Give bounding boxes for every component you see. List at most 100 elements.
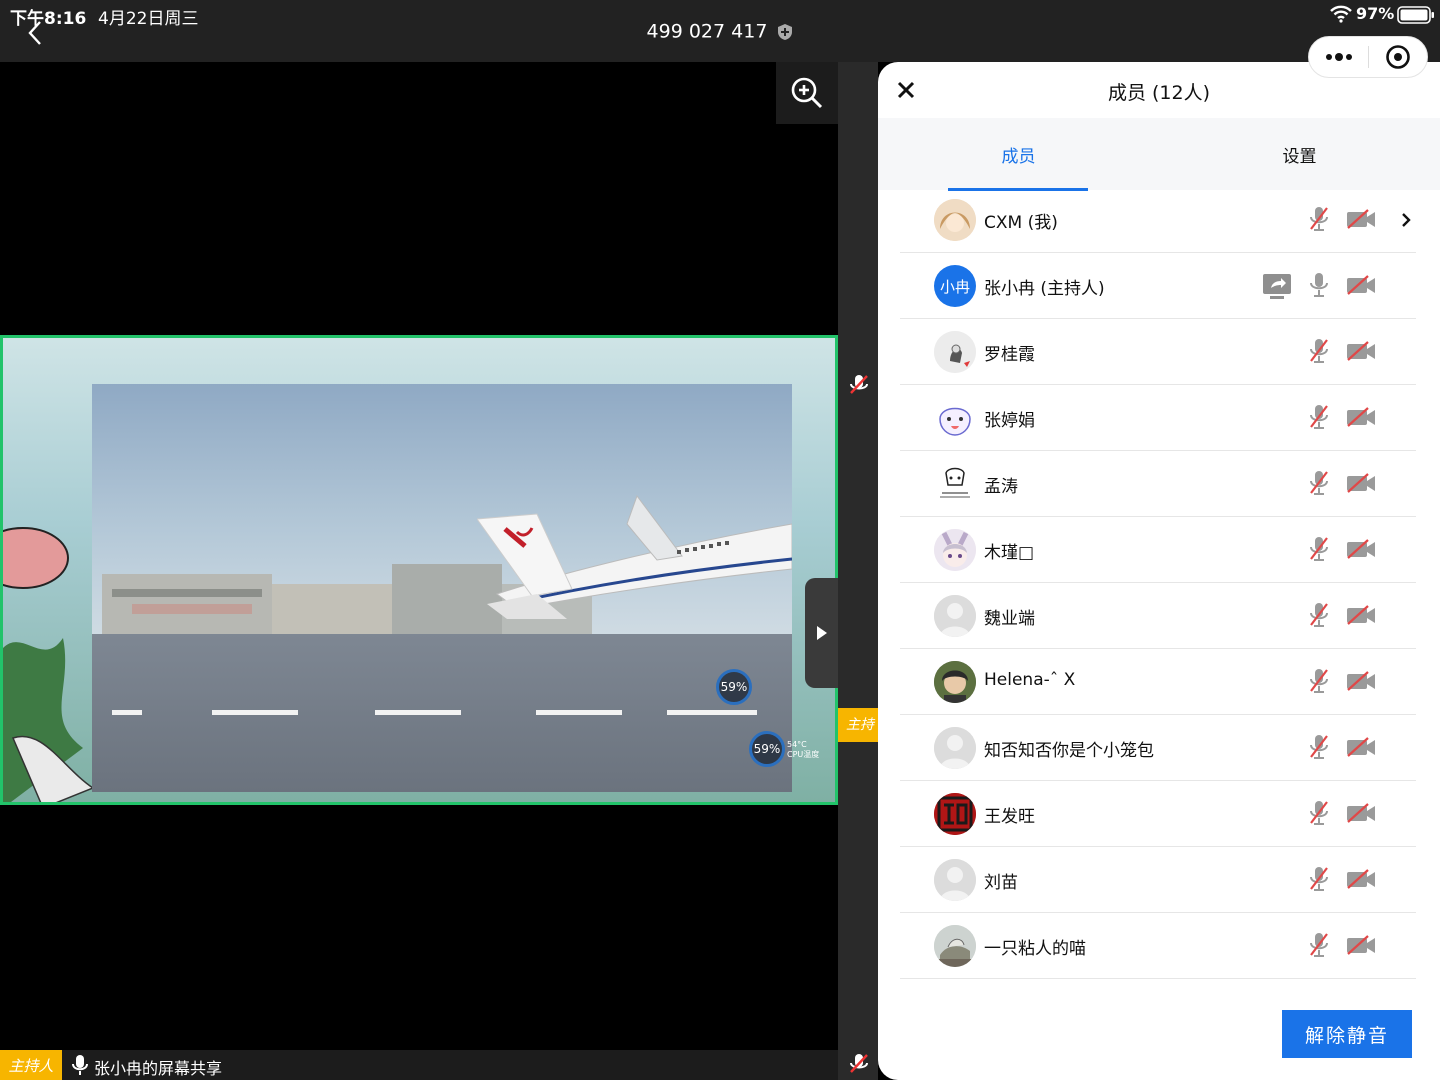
network-speed-gauge: 59% — [716, 669, 752, 705]
airplane-image — [477, 494, 792, 619]
tab-label: 成员 — [1001, 146, 1036, 167]
mic-muted-icon[interactable] — [1308, 535, 1330, 563]
camera-off-icon[interactable] — [1346, 869, 1376, 889]
gauge-value: 59% — [753, 742, 781, 756]
share-owner-label: 张小冉的屏幕共享 — [94, 1059, 223, 1078]
member-row[interactable]: 罗桂霞 — [900, 319, 1416, 385]
more-button[interactable] — [1309, 52, 1368, 62]
camera-off-icon[interactable] — [1346, 473, 1376, 493]
default-avatar-icon — [934, 727, 976, 769]
runway-marking — [536, 710, 622, 715]
member-row[interactable]: 魏业端 — [900, 583, 1416, 649]
member-name: 罗桂霞 — [984, 345, 1035, 365]
battery-icon — [1397, 6, 1434, 24]
avatar — [934, 463, 976, 505]
avatar — [934, 397, 976, 439]
unmute-button[interactable]: 解除静音 — [1282, 1010, 1412, 1058]
avatar — [934, 793, 976, 835]
status-bar: 下午8:16 4月22日周三 499 027 417 97% — [0, 0, 1440, 62]
avatar — [934, 199, 976, 241]
member-row[interactable]: Helena-ˆ X — [900, 649, 1416, 715]
mini-program-capsule — [1308, 36, 1428, 78]
battery-percent: 97% — [1356, 4, 1395, 23]
gauge-value: 59% — [720, 680, 748, 694]
avatar — [934, 595, 976, 637]
camera-off-icon[interactable] — [1346, 935, 1376, 955]
members-panel: 成员 (12人) 成员 设置 CXM (我) 小冉 张小冉 (主持人) 罗桂霞 … — [878, 62, 1440, 1080]
play-triangle-icon — [816, 626, 827, 640]
camera-off-icon[interactable] — [1346, 209, 1376, 229]
mic-muted-icon — [850, 375, 868, 394]
seal-avatar-image — [934, 793, 976, 835]
avatar-initials: 小冉 — [939, 277, 970, 296]
avatar — [934, 331, 976, 373]
host-tag: 主持 — [838, 708, 878, 742]
camera-off-icon[interactable] — [1346, 275, 1376, 295]
tab-members[interactable]: 成员 — [878, 118, 1159, 191]
meeting-id[interactable]: 499 027 417 — [0, 20, 1440, 43]
member-row[interactable]: 孟涛 — [900, 451, 1416, 517]
avatar — [934, 727, 976, 769]
mic-muted-icon — [850, 1054, 868, 1073]
camera-off-icon[interactable] — [1346, 737, 1376, 757]
tab-settings[interactable]: 设置 — [1159, 118, 1440, 190]
runway-marking — [667, 710, 757, 715]
mic-muted-icon[interactable] — [1308, 799, 1330, 827]
meeting-screen: 下午8:16 4月22日周三 499 027 417 97% 59% 59% 5… — [0, 0, 1440, 1080]
camera-off-icon[interactable] — [1346, 605, 1376, 625]
member-name: 木瑾□ — [984, 543, 1035, 563]
member-row[interactable]: 知否知否你是个小笼包 — [900, 715, 1416, 781]
mic-muted-icon[interactable] — [1308, 337, 1330, 365]
mic-icon — [72, 1055, 88, 1075]
avatar — [934, 661, 976, 703]
screen-share-view[interactable]: 59% 59% 54°C CPU温度 — [0, 62, 838, 1050]
member-name: 张小冉 (主持人) — [984, 279, 1105, 299]
thumbnail-strip[interactable]: 主持 — [838, 62, 878, 1080]
avatar-image — [934, 397, 976, 439]
mic-muted-icon[interactable] — [1308, 601, 1330, 629]
wifi-icon — [1330, 5, 1352, 23]
camera-off-icon[interactable] — [1346, 407, 1376, 427]
expand-panel-tab[interactable] — [805, 578, 838, 688]
camera-off-icon[interactable] — [1346, 341, 1376, 361]
runway-marking — [112, 710, 142, 715]
member-row[interactable]: 张婷娟 — [900, 385, 1416, 451]
panel-title: 成员 (12人) — [1107, 82, 1211, 104]
mic-muted-icon[interactable] — [1308, 931, 1330, 959]
avatar: 小冉 — [934, 265, 976, 307]
member-row[interactable]: 一只粘人的喵 — [900, 913, 1416, 979]
more-dots-icon — [1325, 53, 1352, 61]
camera-off-icon[interactable] — [1346, 803, 1376, 823]
member-row[interactable]: 小冉 张小冉 (主持人) — [900, 253, 1416, 319]
member-row[interactable]: 刘苗 — [900, 847, 1416, 913]
zoom-button[interactable] — [776, 62, 838, 124]
zoom-in-icon — [791, 77, 823, 109]
shared-screen-content: 59% 59% 54°C CPU温度 — [0, 335, 838, 805]
mic-muted-icon[interactable] — [1308, 469, 1330, 497]
camera-off-icon[interactable] — [1346, 539, 1376, 559]
airport-video: 59% — [92, 384, 792, 792]
cpu-temp-readout: 54°C CPU温度 — [787, 740, 819, 760]
member-name: 孟涛 — [984, 477, 1018, 497]
mic-muted-icon[interactable] — [1308, 403, 1330, 431]
member-row[interactable]: 木瑾□ — [900, 517, 1416, 583]
member-list: CXM (我) 小冉 张小冉 (主持人) 罗桂霞 张婷娟 孟涛 木瑾□ 魏业端 … — [900, 187, 1416, 979]
chevron-right-icon[interactable] — [1400, 211, 1412, 229]
mic-muted-icon[interactable] — [1308, 667, 1330, 695]
avatar-image — [934, 331, 976, 373]
avatar-image — [934, 925, 976, 967]
mic-icon[interactable] — [1308, 271, 1330, 299]
avatar — [934, 529, 976, 571]
runway — [92, 634, 792, 792]
cpu-temp-label: CPU温度 — [787, 750, 820, 759]
mic-muted-icon[interactable] — [1308, 733, 1330, 761]
mic-muted-icon[interactable] — [1308, 865, 1330, 893]
mic-muted-icon[interactable] — [1308, 205, 1330, 233]
member-row[interactable]: CXM (我) — [900, 187, 1416, 253]
plant-illustration — [3, 527, 95, 802]
member-name: 魏业端 — [984, 609, 1035, 629]
member-row[interactable]: 王发旺 — [900, 781, 1416, 847]
exit-button[interactable] — [1369, 44, 1427, 70]
camera-off-icon[interactable] — [1346, 671, 1376, 691]
shield-icon — [778, 23, 793, 40]
